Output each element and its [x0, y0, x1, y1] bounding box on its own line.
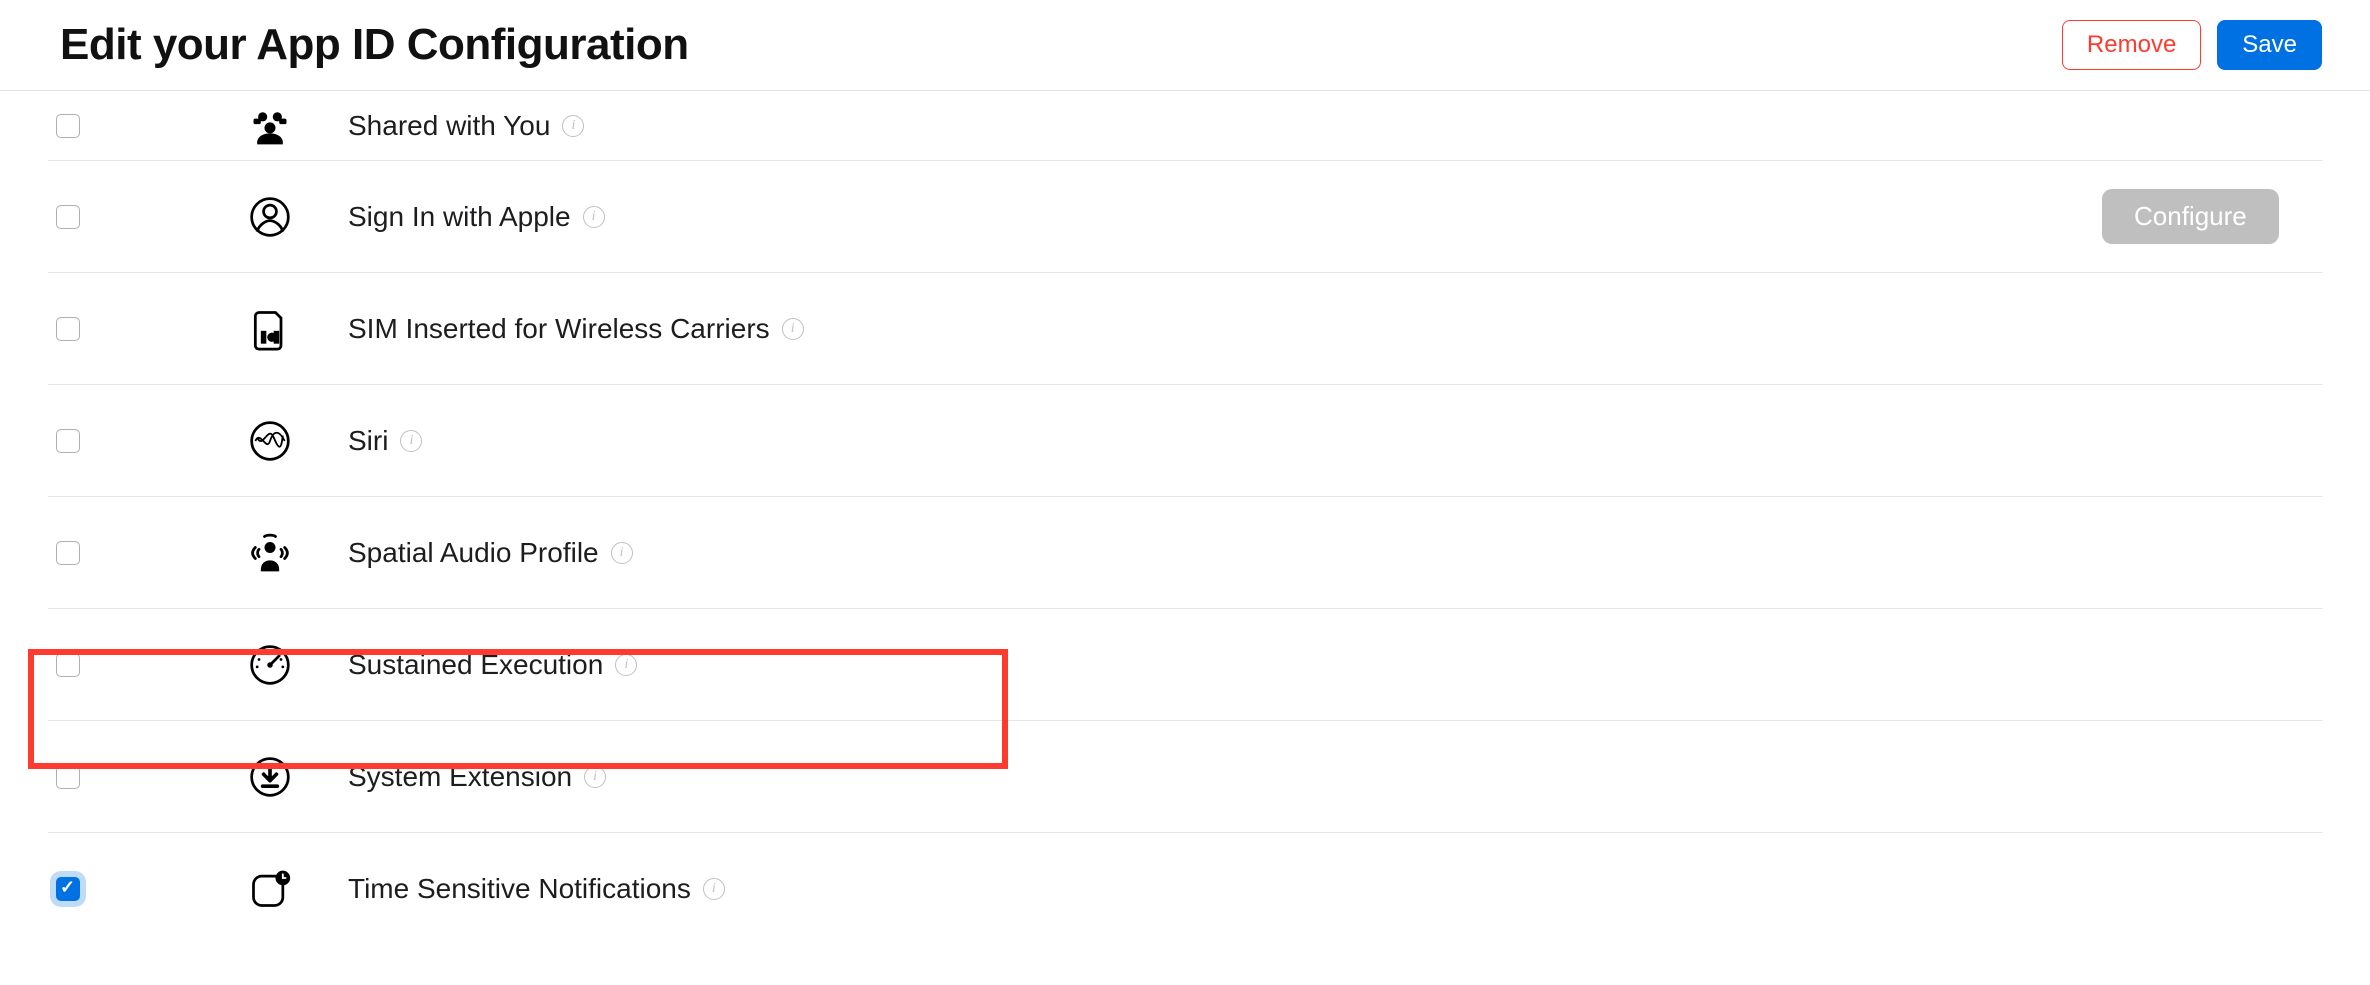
capability-row: Shared with You	[48, 91, 2322, 161]
info-icon[interactable]	[611, 542, 633, 564]
capability-label: Sustained Execution	[348, 649, 603, 681]
capability-checkbox[interactable]	[56, 429, 80, 453]
info-icon[interactable]	[584, 766, 606, 788]
capability-row: Time Sensitive Notifications	[48, 833, 2322, 945]
info-icon[interactable]	[703, 878, 725, 900]
page-title: Edit your App ID Configuration	[60, 20, 689, 70]
capability-checkbox[interactable]	[56, 877, 80, 901]
time-badge-icon	[248, 867, 348, 911]
capability-checkbox[interactable]	[56, 653, 80, 677]
gauge-icon	[248, 643, 348, 687]
capability-row: Sustained Execution	[48, 609, 2322, 721]
info-icon[interactable]	[782, 318, 804, 340]
save-button[interactable]: Save	[2217, 20, 2322, 70]
capability-label: Time Sensitive Notifications	[348, 873, 691, 905]
capability-row: System Extension	[48, 721, 2322, 833]
capability-label: System Extension	[348, 761, 572, 793]
capabilities-list: Shared with You Sign In with Apple Confi…	[0, 91, 2370, 985]
remove-button[interactable]: Remove	[2062, 20, 2201, 70]
sim-icon	[248, 307, 348, 351]
capability-row: SIM Inserted for Wireless Carriers	[48, 273, 2322, 385]
capability-label: Shared with You	[348, 110, 550, 142]
info-icon[interactable]	[400, 430, 422, 452]
capability-checkbox[interactable]	[56, 114, 80, 138]
download-circle-icon	[248, 755, 348, 799]
spatial-audio-icon	[248, 531, 348, 575]
header-actions: Remove Save	[2062, 20, 2322, 70]
capability-label: Sign In with Apple	[348, 201, 571, 233]
info-icon[interactable]	[562, 115, 584, 137]
info-icon[interactable]	[583, 206, 605, 228]
person-circle-icon	[248, 195, 348, 239]
people-icon	[248, 104, 348, 148]
page-header: Edit your App ID Configuration Remove Sa…	[0, 0, 2370, 91]
capability-label: SIM Inserted for Wireless Carriers	[348, 313, 770, 345]
configure-button[interactable]: Configure	[2102, 189, 2279, 244]
capability-checkbox[interactable]	[56, 317, 80, 341]
capability-row: Sign In with Apple Configure	[48, 161, 2322, 273]
capability-checkbox[interactable]	[56, 541, 80, 565]
info-icon[interactable]	[615, 654, 637, 676]
capability-row: Spatial Audio Profile	[48, 497, 2322, 609]
capability-label: Siri	[348, 425, 388, 457]
capability-label: Spatial Audio Profile	[348, 537, 599, 569]
capability-row: Siri	[48, 385, 2322, 497]
capability-checkbox[interactable]	[56, 205, 80, 229]
capability-checkbox[interactable]	[56, 765, 80, 789]
siri-icon	[248, 419, 348, 463]
